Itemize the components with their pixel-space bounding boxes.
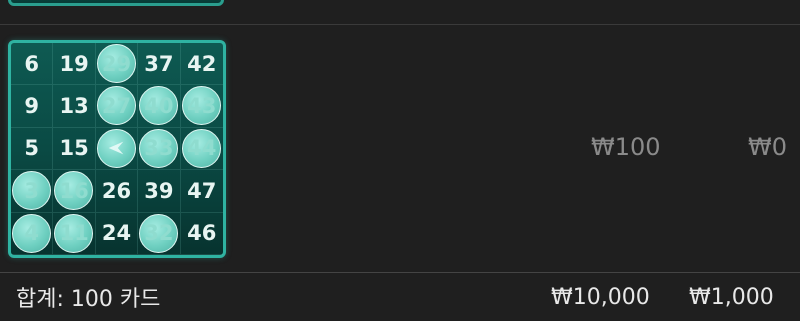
bingo-cell: 6 — [11, 43, 54, 86]
bingo-cell: 27 — [95, 85, 139, 128]
previous-bingo-card — [8, 0, 224, 6]
bingo-number: 46 — [187, 221, 217, 246]
total-win: ₩1,000 — [689, 284, 774, 310]
bingo-cell: 4 — [11, 212, 54, 255]
bingo-number: 43 — [187, 94, 217, 119]
bingo-number: 6 — [24, 51, 39, 76]
bingo-cell: 33 — [138, 127, 181, 171]
total-label: 합계: 100 카드 — [16, 287, 161, 312]
bingo-cell: 19 — [53, 43, 96, 86]
bingo-cell: 11 — [53, 212, 96, 255]
summary-footer: 합계: 100 카드 ₩10,000 ₩1,000 — [0, 273, 800, 321]
bingo-cell: 5 — [11, 127, 54, 171]
bingo-number: 19 — [59, 51, 89, 76]
bingo-number: 32 — [144, 221, 174, 246]
free-space-cell — [95, 127, 139, 171]
bingo-number: 13 — [59, 94, 89, 119]
bingo-number: 24 — [101, 221, 132, 246]
bingo-cell: 15 — [53, 127, 96, 171]
card-row[interactable]: 6 19 29 37 42 9 13 27 40 43 5 15 33 44 3 16 26 39 47 4 11 24 3… — [0, 25, 800, 273]
free-star-icon — [109, 142, 124, 155]
total-price: ₩10,000 — [551, 284, 650, 310]
bingo-cell: 16 — [53, 170, 96, 213]
bingo-cell: 29 — [95, 43, 139, 86]
card-win: ₩0 — [748, 133, 787, 161]
bingo-cell: 46 — [180, 213, 223, 255]
bingo-number: 3 — [24, 178, 39, 203]
bingo-grid: 6 19 29 37 42 9 13 27 40 43 5 15 33 44 3 16 26 39 47 4 11 24 3… — [11, 43, 223, 255]
bingo-number: 15 — [59, 136, 89, 161]
bingo-number: 9 — [24, 94, 39, 119]
bingo-number: 44 — [187, 136, 217, 161]
bingo-number: 37 — [144, 51, 174, 76]
bingo-number: 11 — [59, 221, 89, 246]
bingo-cell: 9 — [11, 85, 54, 128]
bingo-cell: 26 — [95, 170, 139, 213]
bingo-cell: 43 — [180, 85, 223, 128]
bingo-cell: 37 — [138, 43, 181, 86]
bingo-number: 29 — [101, 51, 132, 76]
bingo-cell: 40 — [138, 85, 181, 128]
bingo-cell: 42 — [180, 43, 223, 86]
bingo-number: 5 — [24, 136, 39, 161]
bingo-number: 27 — [101, 94, 132, 119]
bingo-cell: 39 — [138, 170, 181, 213]
bingo-cell: 24 — [95, 212, 139, 255]
bingo-card[interactable]: 6 19 29 37 42 9 13 27 40 43 5 15 33 44 3 16 26 39 47 4 11 24 3… — [8, 40, 226, 258]
bingo-cell: 3 — [11, 170, 54, 213]
bingo-number: 40 — [144, 94, 174, 119]
bingo-number: 47 — [187, 178, 217, 203]
previous-card-row — [0, 0, 800, 25]
bingo-number: 16 — [59, 178, 89, 203]
bingo-number: 26 — [101, 178, 132, 203]
bingo-number: 4 — [24, 221, 39, 246]
bingo-number: 33 — [144, 136, 174, 161]
bingo-cell: 47 — [180, 170, 223, 213]
bingo-number: 39 — [144, 178, 174, 203]
bingo-cell: 13 — [53, 85, 96, 128]
card-price: ₩100 — [591, 133, 661, 161]
bingo-cell: 44 — [180, 128, 223, 171]
bingo-cell: 32 — [138, 212, 181, 255]
bingo-number: 42 — [187, 51, 217, 76]
